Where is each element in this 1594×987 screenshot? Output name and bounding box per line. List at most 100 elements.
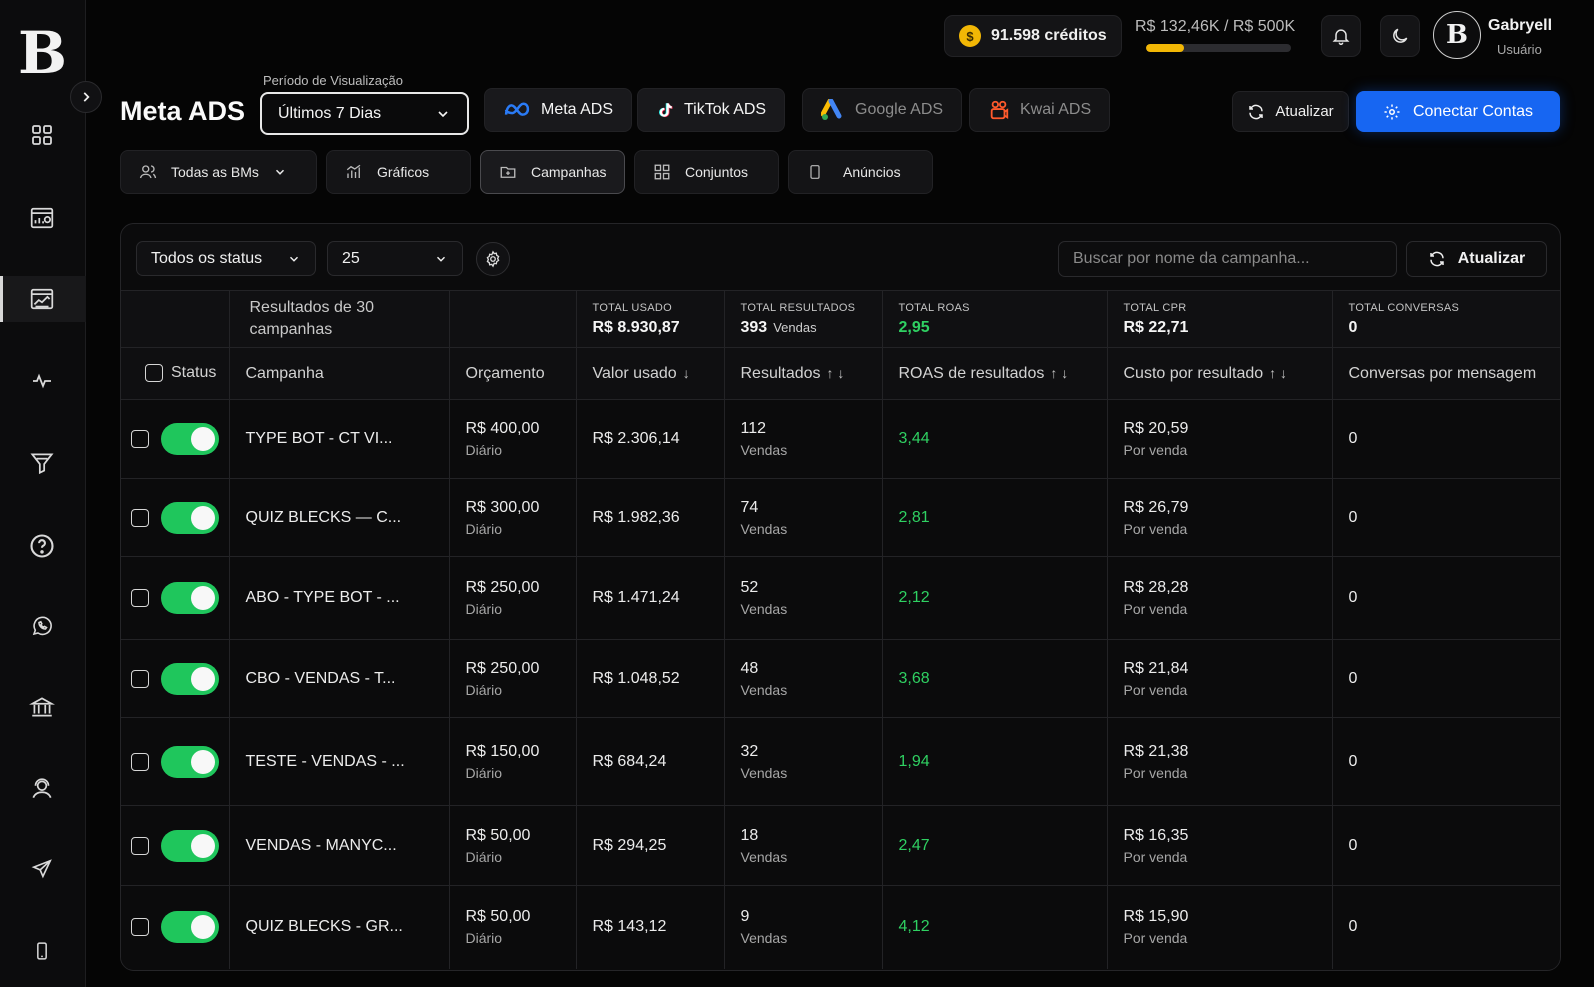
campaign-status-toggle[interactable] (161, 662, 219, 695)
cpr-cell: R$ 21,84 Por venda (1107, 639, 1333, 718)
sort-arrow-icon[interactable]: ↓ (683, 365, 690, 381)
tab-tiktok-ads[interactable]: TikTok ADS (637, 88, 786, 132)
budget-type: Diário (465, 601, 503, 617)
campaign-name[interactable]: VENDAS - MANYC... (246, 837, 397, 854)
notifications-button[interactable] (1321, 15, 1361, 57)
campaign-name[interactable]: TYPE BOT - CT VI... (246, 430, 393, 447)
tab-conjuntos[interactable]: Conjuntos (634, 150, 779, 194)
send-icon[interactable] (25, 852, 59, 886)
results-unit: Vendas (740, 764, 788, 781)
activity-pulse-icon[interactable] (25, 364, 59, 398)
tab-google-ads[interactable]: Google ADS (802, 88, 963, 132)
row-checkbox[interactable] (131, 669, 149, 688)
budget-value: R$ 50,00 (465, 826, 531, 844)
column-status[interactable]: Status (121, 347, 230, 400)
avatar[interactable]: B (1433, 11, 1481, 59)
campaign-status-toggle[interactable] (161, 423, 219, 455)
table-row[interactable]: TESTE - VENDAS - ... R$ 150,00 Diário R$ 68… (121, 717, 1560, 806)
sort-arrows-icon[interactable]: ↑ ↓ (1050, 365, 1068, 381)
bank-icon[interactable] (25, 690, 59, 724)
campaign-name[interactable]: CBO - VENDAS - T... (246, 670, 396, 687)
help-icon[interactable] (25, 529, 59, 563)
campaign-name-cell[interactable]: ABO - TYPE BOT - ... (229, 556, 450, 640)
campaign-status-toggle[interactable] (161, 829, 219, 862)
row-checkbox[interactable] (131, 430, 149, 448)
tab-kwai-ads[interactable]: Kwai ADS (969, 88, 1111, 132)
campaign-search-input[interactable] (1058, 241, 1397, 277)
campaign-name-cell[interactable]: TESTE - VENDAS - ... (229, 717, 450, 806)
user-name[interactable]: Gabryell (1488, 17, 1552, 35)
results-unit: Vendas (740, 520, 788, 537)
campaign-name[interactable]: QUIZ BLECKS - GR... (246, 918, 403, 935)
column-resultados[interactable]: Resultados ↑ ↓ (724, 347, 883, 400)
column-settings-button[interactable] (476, 242, 510, 276)
campaign-status-toggle[interactable] (161, 501, 219, 534)
campaign-name-cell[interactable]: VENDAS - MANYC... (229, 805, 450, 886)
row-checkbox[interactable] (131, 836, 149, 855)
table-row[interactable]: QUIZ BLECKS - GR... R$ 50,00 Diário R$ 143,… (121, 885, 1560, 969)
table-row[interactable]: VENDAS - MANYC... R$ 50,00 Diário R$ 294,25… (121, 805, 1560, 886)
kwai-logo-icon (988, 99, 1010, 121)
tab-graficos[interactable]: Gráficos (326, 150, 471, 194)
cpr-value: R$ 16,35 (1123, 826, 1189, 844)
sort-arrows-icon[interactable]: ↑ ↓ (827, 365, 845, 381)
brand-logo[interactable]: B (18, 22, 67, 84)
row-checkbox[interactable] (131, 918, 149, 937)
campaign-status-toggle[interactable] (161, 582, 219, 614)
roas-cell: 3,44 (882, 399, 1108, 479)
column-conversas[interactable]: Conversas por mensagem (1332, 347, 1560, 400)
table-row[interactable]: CBO - VENDAS - T... R$ 250,00 Diário R$ 1.0… (121, 639, 1560, 718)
row-checkbox[interactable] (131, 508, 149, 527)
row-checkbox[interactable] (131, 589, 149, 607)
column-valor-usado[interactable]: Valor usado ↓ (576, 347, 725, 400)
connect-accounts-button[interactable]: Conectar Contas (1356, 91, 1560, 132)
table-row[interactable]: TYPE BOT - CT VI... R$ 400,00 Diário R$ 2.3… (121, 399, 1560, 479)
campaign-name-cell[interactable]: QUIZ BLECKS — C... (229, 478, 450, 557)
theme-toggle-button[interactable] (1380, 15, 1420, 57)
table-row[interactable]: ABO - TYPE BOT - ... R$ 250,00 Diário R$ 1.… (121, 556, 1560, 640)
select-all-checkbox[interactable] (145, 364, 163, 383)
status-filter-select[interactable]: Todos os status (136, 241, 316, 276)
results-count-cell: Resultados de 30 campanhas (229, 290, 450, 348)
total-roas-value: 2,95 (898, 318, 930, 336)
campaign-name[interactable]: ABO - TYPE BOT - ... (246, 589, 400, 606)
column-roas[interactable]: ROAS de resultados ↑ ↓ (882, 347, 1108, 400)
dashboard-grid-icon[interactable] (25, 118, 59, 152)
page-size-select[interactable]: 25 (327, 241, 463, 276)
column-campanha[interactable]: Campanha (229, 347, 450, 400)
campaign-name[interactable]: QUIZ BLECKS — C... (246, 509, 402, 526)
funnel-icon[interactable] (25, 446, 59, 480)
campaign-name-cell[interactable]: QUIZ BLECKS - GR... (229, 885, 450, 969)
campaign-name-cell[interactable]: CBO - VENDAS - T... (229, 639, 450, 718)
sort-arrows-icon[interactable]: ↑ ↓ (1269, 365, 1287, 381)
row-checkbox[interactable] (131, 752, 149, 771)
report-chart-icon[interactable] (25, 201, 59, 235)
analytics-chart-icon[interactable] (25, 282, 59, 316)
bar-chart-icon (345, 163, 363, 181)
bm-filter-select[interactable]: Todas as BMs (120, 150, 317, 194)
tab-campanhas[interactable]: Campanhas (480, 150, 625, 194)
table-row[interactable]: QUIZ BLECKS — C... R$ 300,00 Diário R$ 1.98… (121, 478, 1560, 557)
results-cell: 48 Vendas (724, 639, 883, 718)
column-orcamento[interactable]: Orçamento (449, 347, 577, 400)
tab-meta-ads[interactable]: Meta ADS (484, 88, 633, 132)
campaign-name[interactable]: TESTE - VENDAS - ... (246, 753, 405, 770)
period-select[interactable]: Últimos 7 Dias (260, 92, 469, 135)
campaign-name-cell[interactable]: TYPE BOT - CT VI... (229, 399, 450, 479)
campaign-status-toggle[interactable] (161, 745, 219, 778)
mobile-icon[interactable] (25, 934, 59, 968)
credits-badge[interactable]: $ 91.598 créditos (944, 15, 1122, 57)
row-status-cell (121, 885, 230, 969)
user-support-icon[interactable] (25, 772, 59, 806)
whatsapp-icon[interactable] (25, 609, 59, 643)
conversas-cell: 0 (1332, 885, 1560, 969)
tab-anuncios[interactable]: Anúncios (788, 150, 933, 194)
results-value: 74 (740, 498, 759, 516)
campaign-status-toggle[interactable] (161, 911, 219, 944)
table-refresh-button[interactable]: Atualizar (1406, 241, 1547, 277)
sidebar-collapse-button[interactable] (70, 81, 102, 113)
column-custo[interactable]: Custo por resultado ↑ ↓ (1107, 347, 1333, 400)
refresh-button[interactable]: Atualizar (1232, 91, 1349, 132)
row-status-cell (121, 639, 230, 718)
spent-cell: R$ 143,12 (576, 885, 725, 969)
